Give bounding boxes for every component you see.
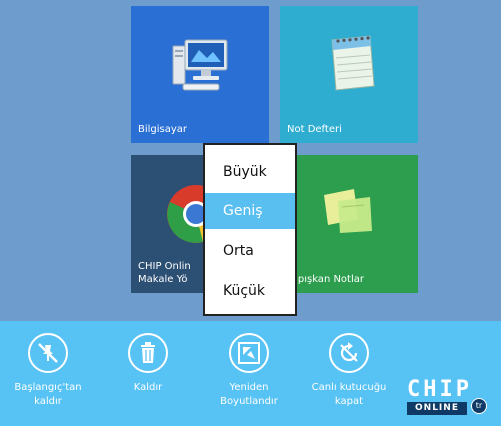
logo-badge: tr [471,398,487,414]
tile-sticky[interactable]: Yapışkan Notlar [280,155,418,293]
tile-notepad-label: Not Defteri [287,124,342,135]
tile-chrome-label: CHIP Onlin Makale Yö [138,261,191,285]
resize-button[interactable]: Yeniden Boyutlandır [194,333,304,409]
resize-menu: Büyük Geniş Orta Küçük [203,143,297,316]
resize-icon [238,342,260,364]
logo-sub-text: ONLINE [407,402,467,415]
uninstall-button[interactable]: Kaldır [93,333,203,395]
menu-item-large[interactable]: Büyük [205,154,295,190]
tile-computer-label: Bilgisayar [138,124,188,135]
live-tile-off-icon [340,342,358,362]
logo-main-text: CHIP [407,377,472,402]
menu-item-medium[interactable]: Orta [205,233,295,269]
tile-notepad[interactable]: Not Defteri [280,6,418,143]
turn-live-tile-off-label: Canlı kutucuğu kapat [311,382,387,407]
chip-online-logo: CHIP ONLINE tr [405,378,489,418]
notepad-icon [331,35,375,91]
unpin-label: Başlangıç'tan kaldır [14,382,82,407]
menu-item-small[interactable]: Küçük [205,273,295,309]
turn-live-tile-off-button[interactable]: Canlı kutucuğu kapat [294,333,404,409]
tile-computer[interactable]: Bilgisayar [131,6,269,143]
computer-icon [172,39,228,91]
tile-sticky-label: Yapışkan Notlar [287,274,364,285]
unpin-from-start-button[interactable]: Başlangıç'tan kaldır [0,333,103,409]
resize-label: Yeniden Boyutlandır [220,382,278,407]
sticky-notes-icon [324,189,372,233]
uninstall-label: Kaldır [133,382,163,393]
unpin-icon [38,343,58,363]
menu-item-wide[interactable]: Geniş [205,193,295,229]
trash-icon [141,342,155,363]
